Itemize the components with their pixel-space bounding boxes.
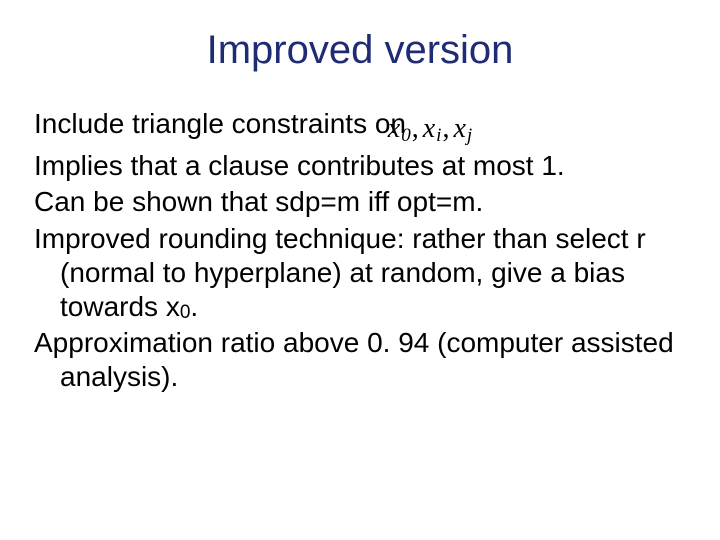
text-include: Include triangle constraints on xyxy=(34,108,414,139)
sub-x0: 0 xyxy=(180,302,191,323)
math-inline: x0,xi,xj xyxy=(414,112,472,147)
slide-title: Improved version xyxy=(34,28,686,73)
math-xj-var: x xyxy=(453,113,465,144)
math-xi-sub: i xyxy=(436,125,441,146)
line-rounding: Improved rounding technique: rather than… xyxy=(34,222,686,325)
line-triangle-constraints: Include triangle constraints on x0,xi,xj xyxy=(34,107,686,147)
slide: Improved version Include triangle constr… xyxy=(0,0,720,540)
math-x0-sub: 0 xyxy=(401,125,411,146)
math-comma-2: , xyxy=(442,113,449,144)
line-approx-ratio: Approximation ratio above 0. 94 (compute… xyxy=(34,326,686,394)
math-xi-var: x xyxy=(423,113,435,144)
line-implies: Implies that a clause contributes at mos… xyxy=(34,149,686,183)
line-sdp-opt: Can be shown that sdp=m iff opt=m. xyxy=(34,185,686,219)
math-xj-sub: j xyxy=(467,125,472,146)
math-comma-1: , xyxy=(412,113,419,144)
slide-body: Include triangle constraints on x0,xi,xj… xyxy=(34,107,686,394)
math-x0-var: x xyxy=(388,113,400,144)
text-rounding-post: . xyxy=(190,291,198,322)
text-rounding-main: Improved rounding technique: rather than… xyxy=(34,223,646,322)
